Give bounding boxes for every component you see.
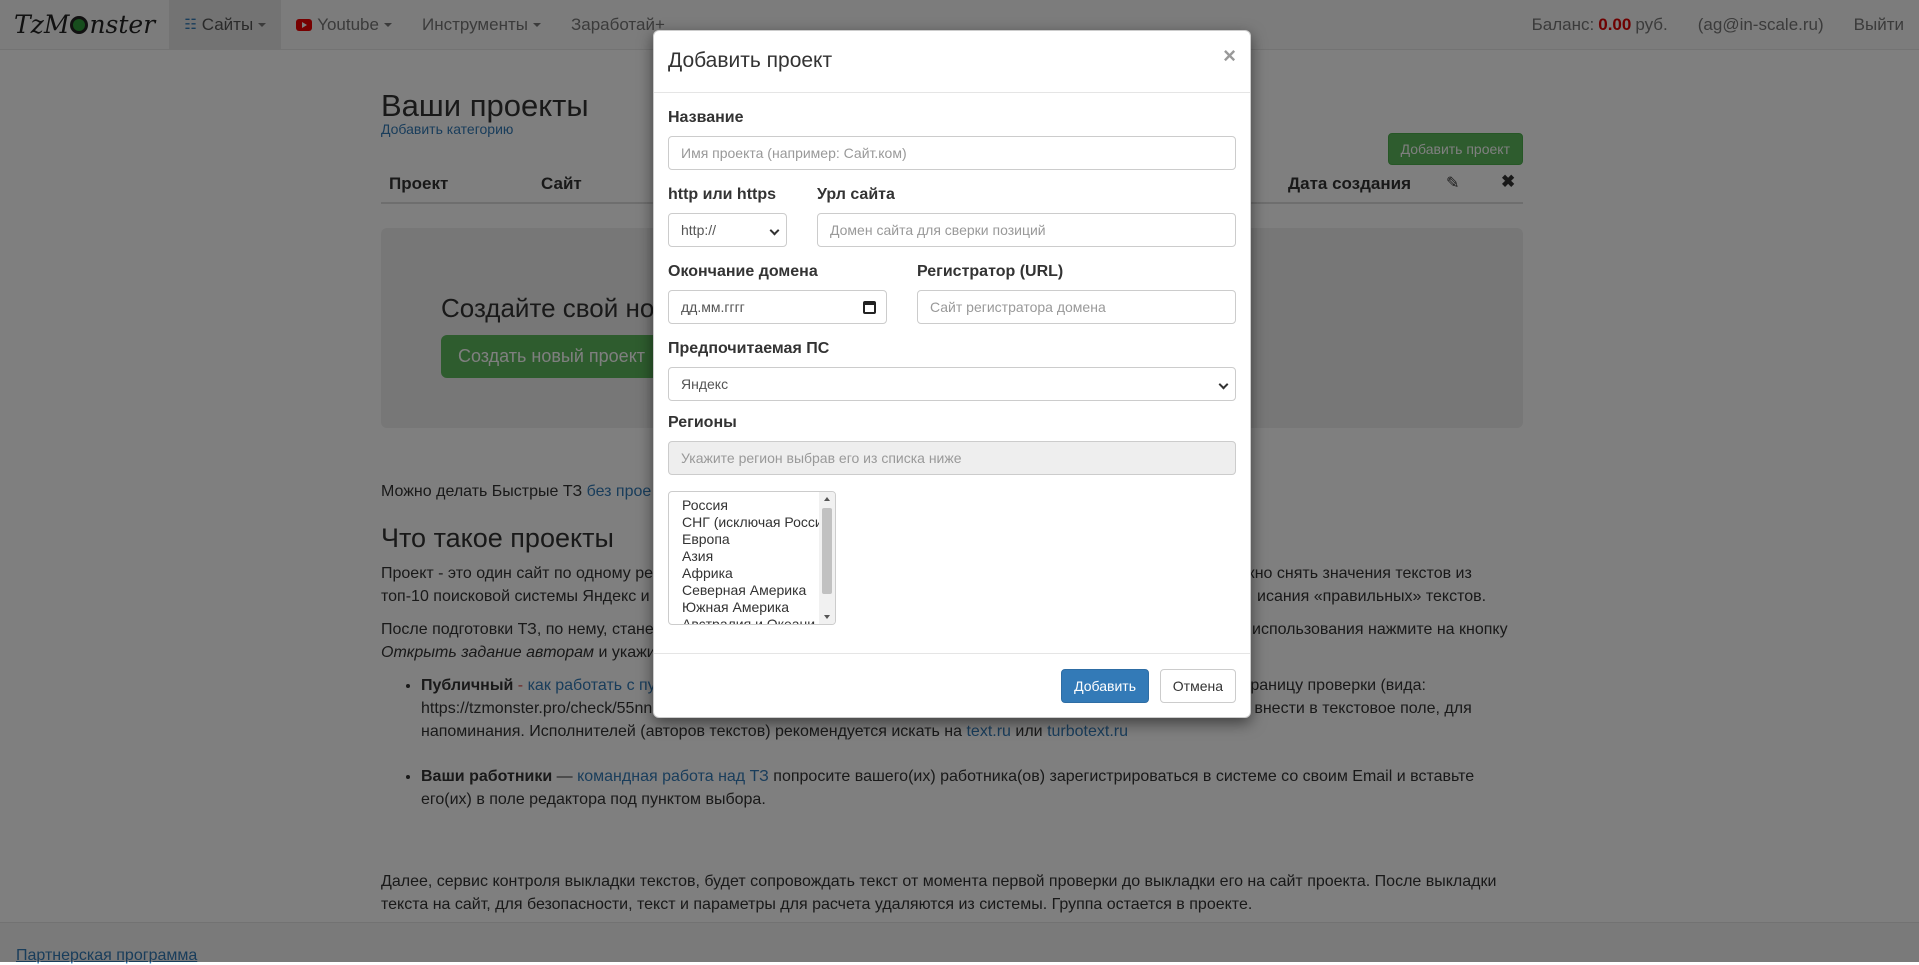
search-engine-value: Яндекс — [681, 376, 729, 392]
cancel-button[interactable]: Отмена — [1159, 669, 1236, 703]
domain-end-label: Окончание домена — [668, 263, 818, 280]
modal-footer: Добавить Отмена — [654, 653, 1250, 717]
listbox-scrollbar[interactable] — [819, 492, 835, 624]
region-option[interactable]: Азия — [669, 548, 819, 565]
protocol-value: http:// — [681, 222, 717, 238]
ps-label: Предпочитаемая ПС — [668, 340, 830, 357]
close-icon[interactable]: × — [1223, 43, 1236, 69]
search-engine-select[interactable]: Яндекс — [668, 367, 1236, 401]
chevron-down-icon — [1218, 379, 1229, 390]
regions-listbox[interactable]: Россия СНГ (исключая Росси Европа Азия А… — [668, 491, 836, 625]
region-option[interactable]: Северная Америка — [669, 582, 819, 599]
region-option[interactable]: Африка — [669, 565, 819, 582]
scroll-down-icon[interactable] — [824, 615, 830, 619]
scroll-up-icon[interactable] — [824, 497, 830, 501]
region-option[interactable]: Европа — [669, 531, 819, 548]
registrar-url-input[interactable]: Сайт регистратора домена — [917, 290, 1236, 324]
chevron-down-icon — [769, 225, 780, 236]
scroll-thumb[interactable] — [822, 508, 832, 594]
name-label: Название — [668, 109, 744, 126]
calendar-icon[interactable] — [863, 301, 876, 314]
region-option[interactable]: Россия — [669, 497, 819, 514]
site-url-input[interactable]: Домен сайта для сверки позиций — [817, 213, 1236, 247]
protocol-select[interactable]: http:// — [668, 213, 787, 247]
url-label: Урл сайта — [817, 186, 895, 203]
date-placeholder: дд.мм.гггг — [681, 299, 745, 315]
regions-options: Россия СНГ (исключая Росси Европа Азия А… — [669, 492, 819, 624]
modal-title: Добавить проект — [668, 49, 833, 72]
add-project-modal: Добавить проект × Название Имя проекта (… — [653, 30, 1251, 718]
region-option[interactable]: СНГ (исключая Росси — [669, 514, 819, 531]
region-option[interactable]: Австралия и Океани — [669, 616, 819, 624]
registrar-label: Регистратор (URL) — [917, 263, 1064, 280]
region-option[interactable]: Южная Америка — [669, 599, 819, 616]
submit-add-button[interactable]: Добавить — [1061, 669, 1149, 703]
protocol-label: http или https — [668, 186, 777, 203]
project-name-input[interactable]: Имя проекта (например: Сайт.ком) — [668, 136, 1236, 170]
regions-input[interactable]: Укажите регион выбрав его из списка ниже — [668, 441, 1236, 475]
modal-header: Добавить проект × — [654, 31, 1250, 93]
domain-end-date-input[interactable]: дд.мм.гггг — [668, 290, 887, 324]
regions-label: Регионы — [668, 414, 737, 431]
